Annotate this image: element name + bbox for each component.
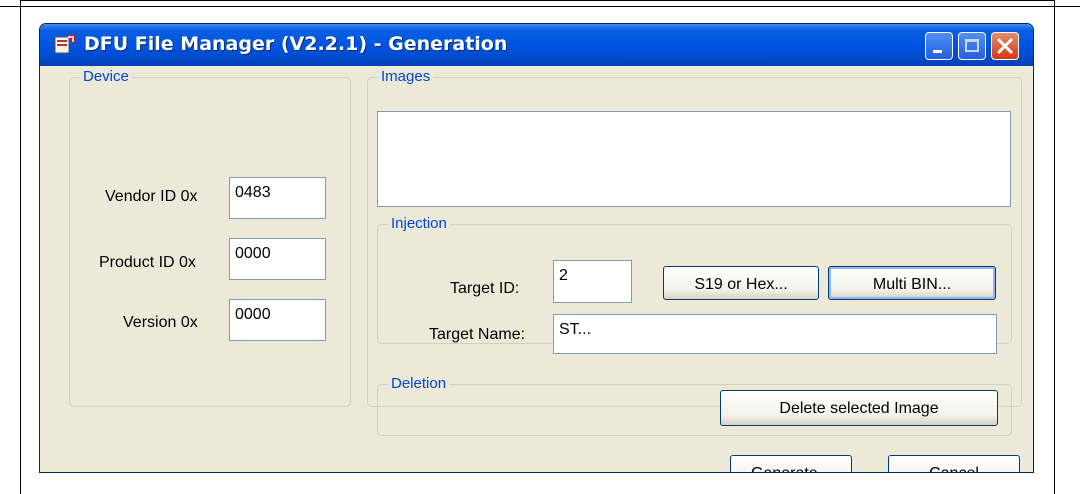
cancel-button[interactable]: Cancel [888, 455, 1020, 472]
minimize-icon[interactable] [925, 32, 953, 60]
app-icon [54, 33, 76, 55]
target-id-field[interactable]: 2 [553, 260, 632, 303]
delete-selected-image-button[interactable]: Delete selected Image [720, 390, 998, 426]
generate-button[interactable]: Generate... [730, 455, 852, 472]
title-bar[interactable]: DFU File Manager (V2.2.1) - Generation [40, 24, 1033, 66]
target-name-field[interactable]: ST... [553, 314, 997, 354]
window-title: DFU File Manager (V2.2.1) - Generation [84, 33, 508, 55]
product-id-field[interactable]: 0000 [229, 238, 326, 280]
images-list[interactable] [377, 111, 1011, 207]
dialog-client-area: Device Vendor ID 0x 0483 Product ID 0x 0… [40, 66, 1033, 472]
s19-or-hex-button[interactable]: S19 or Hex... [663, 266, 819, 300]
injection-group-label: Injection [388, 215, 450, 233]
target-name-label: Target Name: [429, 326, 526, 343]
device-group-label: Device [80, 68, 132, 86]
close-icon[interactable] [991, 32, 1019, 60]
multi-bin-button[interactable]: Multi BIN... [828, 266, 996, 300]
target-id-label: Target ID: [450, 280, 520, 297]
version-field[interactable]: 0000 [229, 299, 326, 341]
dfu-generation-window: DFU File Manager (V2.2.1) - Generation D… [39, 23, 1034, 473]
vendor-id-field[interactable]: 0483 [229, 177, 326, 219]
vendor-id-label: Vendor ID 0x [105, 188, 198, 205]
version-label: Version 0x [123, 314, 198, 331]
deletion-group-label: Deletion [388, 375, 450, 393]
product-id-label: Product ID 0x [99, 254, 196, 271]
images-group-label: Images [378, 68, 434, 86]
maximize-icon[interactable] [958, 32, 986, 60]
